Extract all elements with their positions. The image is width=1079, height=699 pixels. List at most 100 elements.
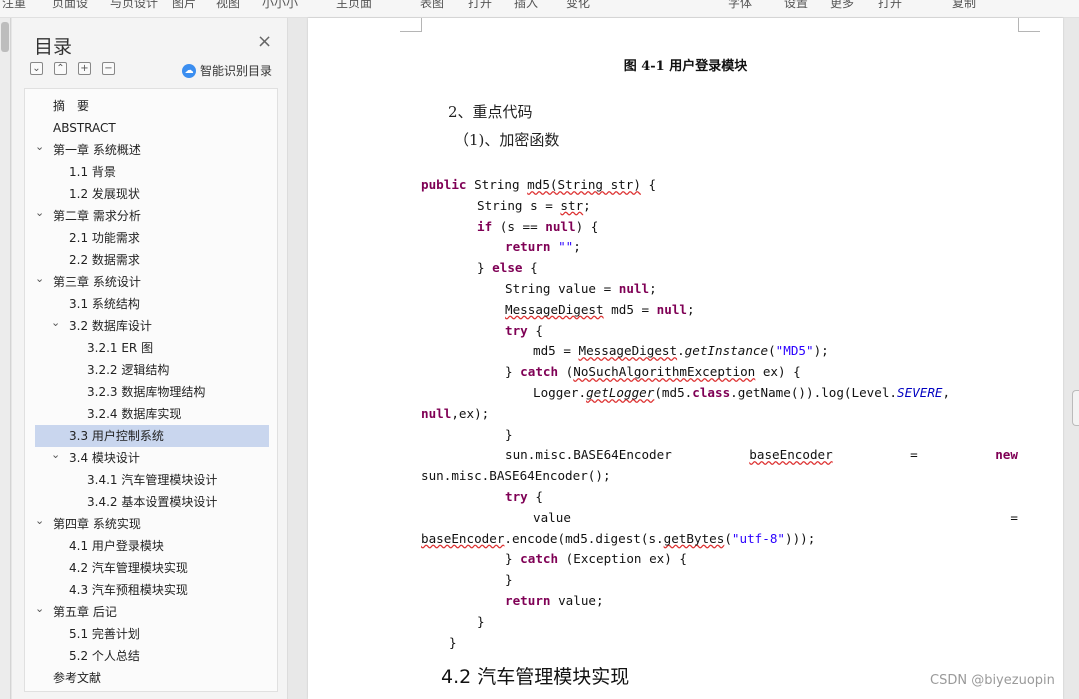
toc-item[interactable]: 1.1 背景 [25,161,277,183]
toc-navigation-pane: 目录 × ⌄ ⌃ + − ☁ 智能识别目录 摘 要 ABSTRACT ⌄ 第一章 系统… [12,18,288,699]
code-line: value = [533,509,1018,525]
toc-item[interactable]: ⌄ 第五章 后记 [25,601,277,623]
toc-item-label: 3.4.1 汽车管理模块设计 [87,473,218,487]
toc-item[interactable]: 参考文献 [25,667,277,689]
chevron-down-icon[interactable]: ⌄ [51,312,63,334]
code-line: } [505,426,513,442]
code-line: baseEncoder.encode(md5.digest(s.getBytes… [421,530,816,546]
toc-item[interactable]: 3.4.1 汽车管理模块设计 [25,469,277,491]
toc-item[interactable]: ⌄ 3.2 数据库设计 [25,315,277,337]
ribbon-item[interactable]: 复制 [952,0,976,11]
cloud-icon: ☁ [182,63,196,78]
chevron-down-icon[interactable]: ⌄ [35,136,47,158]
code-line: } else { [477,260,538,276]
ribbon-toolbar: 注重 页面设 与页设计 图片 视图 小小小 主页面 表图 打开 插入 变化 字体 设置 更多 打开 复制 [0,0,1079,18]
page-corner-mark [400,18,422,32]
chevron-down-icon[interactable]: ⌄ [35,268,47,290]
toc-item[interactable]: 1.2 发展现状 [25,183,277,205]
toc-list: 摘 要 ABSTRACT ⌄ 第一章 系统概述 1.1 背景 1.2 发展现状 ⌄ 第二章 需… [25,95,277,689]
code-line: sun.misc.BASE64Encoder(); [421,468,611,484]
toc-item[interactable]: 3.2.1 ER 图 [25,337,277,359]
ribbon-item[interactable]: 变化 [566,0,590,11]
ribbon-item[interactable]: 图片 [172,0,196,11]
toc-item-label: 第二章 需求分析 [53,209,141,223]
paragraph-key-code: 2、重点代码 [448,103,533,121]
code-line: Logger.getLogger(md5.class.getName()).lo… [533,385,951,400]
ribbon-item[interactable]: 小小小 [262,0,298,11]
toc-list-container: 摘 要 ABSTRACT ⌄ 第一章 系统概述 1.1 背景 1.2 发展现状 ⌄ 第二章 需… [24,88,278,692]
toc-item-label: 5.1 完善计划 [69,627,140,641]
ribbon-item[interactable]: 注重 [2,0,26,11]
toc-item-label: 1.2 发展现状 [69,187,140,201]
figure-caption: 图 4-1 用户登录模块 [623,59,748,74]
toc-pane-title: 目录 [34,36,73,58]
toc-item[interactable]: 2.2 数据需求 [25,249,277,271]
toc-item[interactable]: 5.1 完善计划 [25,623,277,645]
toc-item[interactable]: 4.2 汽车管理模块实现 [25,557,277,579]
toc-item[interactable]: ⌄ 第一章 系统概述 [25,139,277,161]
toc-item[interactable]: 2.1 功能需求 [25,227,277,249]
toc-item-label: 3.2.2 逻辑结构 [87,363,170,377]
code-line: sun.misc.BASE64Encoder baseEncoder = new [505,447,1018,463]
toc-item[interactable]: ABSTRACT [25,117,277,139]
ribbon-item[interactable]: 字体 [728,0,752,11]
toc-item-label: 4.2 汽车管理模块实现 [69,561,188,575]
remove-heading-button[interactable]: − [102,62,115,75]
toc-item[interactable]: ⌄ 3.4 模块设计 [25,447,277,469]
toc-item[interactable]: 3.2.2 逻辑结构 [25,359,277,381]
ribbon-item[interactable]: 视图 [216,0,240,11]
code-line: MessageDigest md5 = null; [505,301,695,317]
toc-item[interactable]: 4.1 用户登录模块 [25,535,277,557]
toc-item[interactable]: 5.2 个人总结 [25,645,277,667]
toc-item[interactable]: ⌄ 第四章 系统实现 [25,513,277,535]
ribbon-item[interactable]: 更多 [830,0,854,11]
chevron-down-icon[interactable]: ⌄ [35,598,47,620]
toc-item-label: 参考文献 [53,671,102,685]
ribbon-item[interactable]: 页面设 [52,0,88,11]
toc-item[interactable]: 3.2.3 数据库物理结构 [25,381,277,403]
code-line: String s = str; [477,197,591,213]
toc-item[interactable]: 摘 要 [25,95,277,117]
toc-item-label: 2.1 功能需求 [69,231,140,245]
ribbon-item[interactable]: 主页面 [336,0,372,11]
toc-item[interactable]: 3.2.4 数据库实现 [25,403,277,425]
smart-toc-button[interactable]: ☁ 智能识别目录 [182,62,272,79]
toc-item-label: 4.3 汽车预租模块实现 [69,583,188,597]
ribbon-item[interactable]: 与页设计 [110,0,158,11]
toc-item-label: 3.2.1 ER 图 [87,341,154,355]
toc-item-label: 5.2 个人总结 [69,649,140,663]
toc-item-label: ABSTRACT [53,121,116,135]
code-line: } [449,634,457,650]
code-line: try { [505,489,543,504]
collapse-all-button[interactable]: ⌄ [30,62,43,75]
side-grip-handle[interactable] [1,22,9,52]
code-line: } catch (NoSuchAlgorithmException ex) { [505,364,801,380]
toc-toolbar: ⌄ ⌃ + − [30,62,115,75]
chevron-down-icon[interactable]: ⌄ [35,202,47,224]
ribbon-item[interactable]: 插入 [514,0,538,11]
toc-item[interactable]: ⌄ 第三章 系统设计 [25,271,277,293]
code-line: null,ex); [421,405,490,421]
right-scroll-handle[interactable] [1072,390,1079,426]
expand-all-button[interactable]: ⌃ [54,62,67,75]
document-page[interactable]: 图 4-1 用户登录模块 2、重点代码 （1)、加密函数 public Stri… [308,18,1063,699]
toc-item[interactable]: ⌄ 第二章 需求分析 [25,205,277,227]
ribbon-item[interactable]: 表图 [420,0,444,11]
chevron-down-icon[interactable]: ⌄ [35,510,47,532]
toc-item-label: 3.4.2 基本设置模块设计 [87,495,218,509]
toc-item[interactable]: 4.3 汽车预租模块实现 [25,579,277,601]
toc-item-label: 3.2.3 数据库物理结构 [87,385,206,399]
document-area: 图 4-1 用户登录模块 2、重点代码 （1)、加密函数 public Stri… [288,18,1079,699]
toc-item[interactable]: 3.4.2 基本设置模块设计 [25,491,277,513]
section-heading: 4.2 汽车管理模块实现 [441,666,630,688]
ribbon-item[interactable]: 打开 [468,0,492,11]
ribbon-item[interactable]: 设置 [784,0,808,11]
add-heading-button[interactable]: + [78,62,91,75]
close-icon[interactable]: × [257,33,272,51]
ribbon-item[interactable]: 打开 [878,0,902,11]
chevron-down-icon[interactable]: ⌄ [51,444,63,466]
code-line: if (s == null) { [477,218,599,234]
paragraph-encrypt-function: （1)、加密函数 [454,131,560,149]
toc-item-label: 第一章 系统概述 [53,143,141,157]
toc-item[interactable]: 3.3 用户控制系统 [35,425,269,447]
